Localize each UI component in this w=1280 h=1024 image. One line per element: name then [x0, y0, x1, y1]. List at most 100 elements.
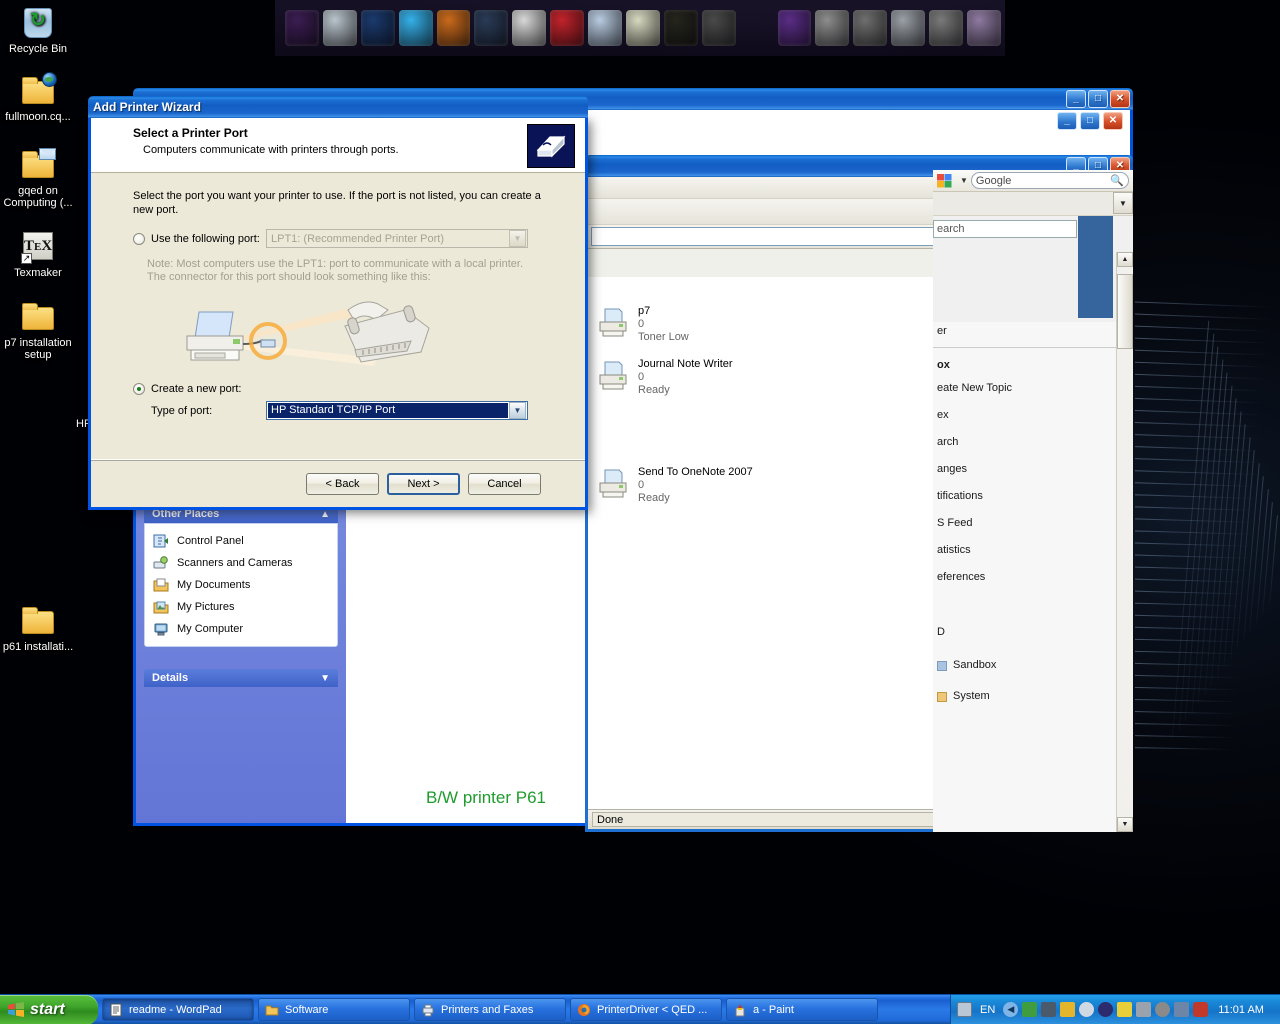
desktop-icon-fullmoon[interactable]: fullmoon.cq...	[0, 72, 76, 123]
hard-drive-icon[interactable]	[891, 10, 926, 46]
power-icon[interactable]	[701, 10, 736, 46]
wizard-titlebar[interactable]: Add Printer Wizard	[88, 96, 588, 118]
google-search-input[interactable]: Google 🔍	[970, 172, 1129, 189]
taskbar[interactable]: start readme - WordPad Software Printers…	[0, 994, 1280, 1024]
details-header[interactable]: Details ▼	[144, 669, 338, 687]
google-logo-icon[interactable]	[937, 173, 957, 189]
other-places-item-control-panel[interactable]: Control Panel	[149, 530, 333, 552]
desktop-icon-p7-installation-setup[interactable]: p7 installation setup	[0, 300, 76, 361]
google-toolbar[interactable]: ▼ Google 🔍	[933, 170, 1133, 192]
scroll-thumb[interactable]	[1117, 274, 1133, 349]
other-places-item-my-computer[interactable]: My Computer	[149, 618, 333, 640]
maximize-button[interactable]: □	[1088, 90, 1108, 108]
wiki-toolbar-strip[interactable]: ▼	[933, 192, 1133, 216]
taskbar-button-printers-and-faxes[interactable]: Printers and Faxes	[414, 998, 566, 1021]
folder-icon[interactable]	[588, 10, 623, 46]
language-indicator[interactable]: EN	[980, 1004, 995, 1016]
wiki-link[interactable]: D	[933, 623, 1133, 642]
other-places-item-my-documents[interactable]: My Documents	[149, 574, 333, 596]
audio-meter-icon[interactable]	[740, 10, 774, 46]
create-new-port-radio-row[interactable]: Create a new port:	[133, 383, 563, 395]
chemistry-icon[interactable]	[815, 10, 850, 46]
warning-log-icon[interactable]	[663, 10, 698, 46]
cancel-button[interactable]: Cancel	[468, 472, 541, 495]
wiki-link[interactable]: S Feed	[933, 514, 1133, 533]
wiki-link[interactable]: eate New Topic	[933, 379, 1133, 398]
add-printer-wizard-dialog[interactable]: Add Printer Wizard Select a Printer Port…	[88, 96, 588, 510]
paint-palette-icon[interactable]	[550, 10, 585, 46]
wiki-scrollbar[interactable]: ▲ ▼	[1116, 252, 1133, 832]
use-following-port-radio-row[interactable]: Use the following port: LPT1: (Recommend…	[133, 229, 563, 248]
bookmark-icon[interactable]	[1022, 1002, 1038, 1017]
keyboard-icon[interactable]	[957, 1002, 972, 1017]
back-button[interactable]: < Back	[306, 472, 379, 495]
taskbar-button-software[interactable]: Software	[258, 998, 410, 1021]
network-disconnected-icon[interactable]	[1041, 1002, 1057, 1017]
use-following-port-combo[interactable]: LPT1: (Recommended Printer Port) ▼	[266, 229, 528, 248]
imac-icon[interactable]	[322, 10, 357, 46]
taskbar-button-printerdriver-qed[interactable]: PrinterDriver < QED ...	[570, 998, 722, 1021]
chevron-down-icon[interactable]: ▼	[960, 176, 968, 185]
wiki-search-row[interactable]: earch	[933, 216, 1133, 318]
desktop-icon-recycle-bin[interactable]: Recycle Bin	[0, 6, 76, 55]
wiki-list-item[interactable]: System	[933, 687, 1133, 706]
wiki-link[interactable]: anges	[933, 460, 1133, 479]
sound-mute-icon[interactable]	[1155, 1002, 1171, 1017]
use-following-port-radio[interactable]	[133, 232, 145, 245]
monitor-icon[interactable]	[1136, 1002, 1152, 1017]
clock[interactable]: 11:01 AM	[1218, 1004, 1264, 1016]
type-of-port-combo[interactable]: HP Standard TCP/IP Port ▼	[266, 401, 528, 420]
taskbar-button-a-paint[interactable]: a - Paint	[726, 998, 878, 1021]
type-of-port-row[interactable]: Type of port: HP Standard TCP/IP Port ▼	[151, 401, 563, 420]
desktop-icon-texmaker[interactable]: TEX ↗ Texmaker	[0, 230, 76, 279]
flashlight-icon[interactable]	[512, 10, 547, 46]
desktop-icon-gqed-on-computing[interactable]: gqed on Computing (...	[0, 148, 76, 209]
application-dock[interactable]	[275, 0, 1005, 56]
winamp-icon[interactable]	[777, 10, 812, 46]
thunderbird-icon[interactable]	[360, 10, 395, 46]
msn-messenger-icon[interactable]	[398, 10, 433, 46]
security-alert-icon[interactable]	[1193, 1002, 1209, 1017]
start-button[interactable]: start	[0, 994, 98, 1024]
wiki-search-input[interactable]: earch	[933, 220, 1077, 238]
scroll-up-button[interactable]: ▲	[1117, 252, 1133, 267]
disc-icon[interactable]	[1098, 1002, 1114, 1017]
magnifier-icon[interactable]: 🔍	[1110, 174, 1124, 187]
shield-yellow-icon[interactable]	[1117, 1002, 1133, 1017]
taskbar-button-readme-wordpad[interactable]: readme - WordPad	[102, 998, 254, 1021]
display-icon[interactable]	[967, 10, 1001, 46]
wiki-list-item[interactable]: Sandbox	[933, 656, 1133, 675]
create-new-port-radio[interactable]	[133, 383, 145, 395]
wiki-link[interactable]: eferences	[933, 568, 1133, 587]
chevron-down-icon[interactable]: ▼	[509, 402, 526, 419]
close-button[interactable]: ✕	[1110, 90, 1130, 108]
scroll-down-button[interactable]: ▼	[1117, 817, 1133, 832]
chevron-down-icon[interactable]: ▼	[509, 230, 526, 247]
explorer-window-buttons[interactable]: _ □ ✕	[1066, 90, 1133, 108]
duck-icon[interactable]	[285, 10, 319, 46]
wiki-link[interactable]: arch	[933, 433, 1133, 452]
key-icon[interactable]	[1060, 1002, 1076, 1017]
sword-icon[interactable]	[1174, 1002, 1190, 1017]
chevron-down-icon[interactable]: ▼	[1113, 192, 1133, 214]
games-icon[interactable]	[929, 10, 964, 46]
magnifier-icon[interactable]	[1079, 1002, 1095, 1017]
desktop-icon-p61-installation[interactable]: p61 installati...	[0, 604, 76, 653]
wiki-link[interactable]: tifications	[933, 487, 1133, 506]
next-button[interactable]: Next >	[387, 472, 460, 495]
firefox-icon[interactable]	[436, 10, 471, 46]
calculator-icon[interactable]	[626, 10, 660, 46]
close-button[interactable]: ✕	[1103, 112, 1123, 130]
video-icon[interactable]	[474, 10, 509, 46]
outer-window-buttons[interactable]: _ □ ✕	[1057, 112, 1123, 130]
wiki-link-fragment[interactable]: er	[933, 322, 1133, 341]
other-places-item-scanners-and-cameras[interactable]: Scanners and Cameras	[149, 552, 333, 574]
maximize-button[interactable]: □	[1080, 112, 1100, 130]
system-tray[interactable]: EN ◀ 11:01 AM	[950, 994, 1280, 1024]
other-places-item-my-pictures[interactable]: My Pictures	[149, 596, 333, 618]
burn-cd-icon[interactable]	[853, 10, 888, 46]
minimize-button[interactable]: _	[1057, 112, 1077, 130]
show-hidden-arrow-icon[interactable]: ◀	[1003, 1002, 1019, 1017]
wiki-link[interactable]: atistics	[933, 541, 1133, 560]
minimize-button[interactable]: _	[1066, 90, 1086, 108]
